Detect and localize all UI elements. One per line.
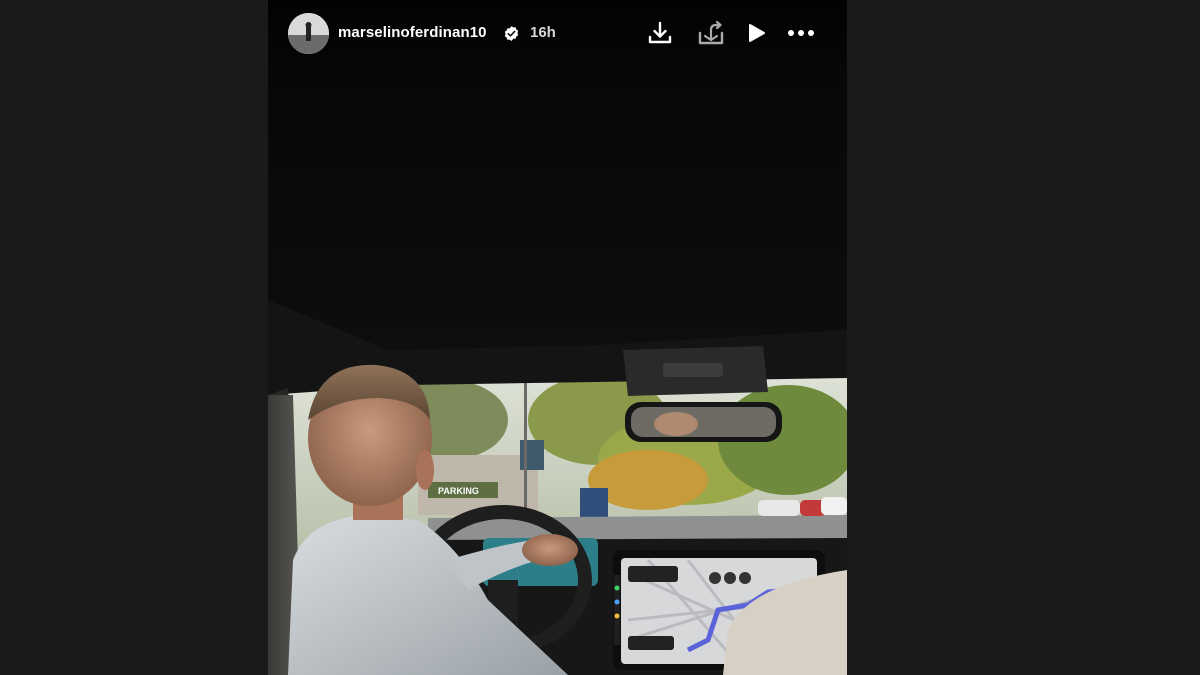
story-frame[interactable]: PARKING marselinoferdinan10 16h bbox=[268, 0, 847, 675]
verified-badge-icon bbox=[504, 26, 519, 41]
story-photo: PARKING bbox=[268, 0, 847, 675]
play-icon bbox=[749, 24, 765, 42]
story-viewer: PARKING marselinoferdinan10 16h bbox=[0, 0, 1200, 675]
share-tray-icon bbox=[698, 20, 724, 45]
share-to-tray-button[interactable] bbox=[695, 17, 727, 49]
more-options-button[interactable] bbox=[785, 17, 817, 49]
download-button[interactable] bbox=[644, 17, 676, 49]
avatar-image bbox=[288, 13, 329, 54]
profile-avatar[interactable] bbox=[288, 13, 329, 54]
story-header: marselinoferdinan10 16h bbox=[268, 0, 847, 68]
download-icon bbox=[648, 21, 672, 44]
play-button[interactable] bbox=[740, 17, 772, 49]
more-options-icon bbox=[788, 30, 814, 36]
parking-sign-text: PARKING bbox=[438, 486, 479, 496]
username[interactable]: marselinoferdinan10 bbox=[338, 24, 487, 41]
post-timestamp: 16h bbox=[530, 24, 556, 41]
